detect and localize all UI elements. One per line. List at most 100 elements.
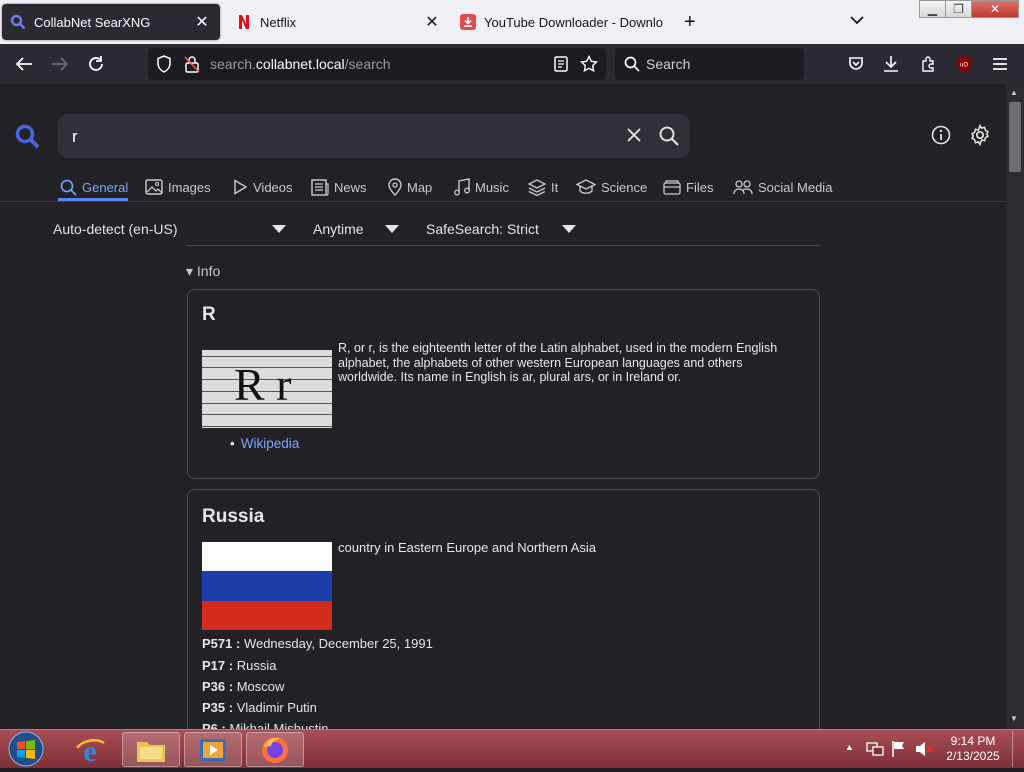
tab-images[interactable]: Images [145,176,211,198]
infobox-description: country in Eastern Europe and Northern A… [338,540,596,555]
show-desktop-button[interactable] [1012,731,1023,767]
filter-divider [186,245,820,246]
restore-button[interactable]: ❐ [945,0,972,18]
shield-icon[interactable] [156,55,172,78]
category-label: Social Media [758,179,833,195]
extensions-icon[interactable] [914,50,942,78]
start-button[interactable] [6,731,46,772]
school-icon [576,179,596,194]
tab-list-chevron-down-icon[interactable] [850,12,864,30]
tab-youtube-downloader[interactable]: YouTube Downloader - Downlo [452,4,674,40]
category-label: Science [601,179,648,195]
firefox-icon[interactable] [246,732,304,767]
downloads-icon[interactable] [877,50,905,78]
reload-button[interactable] [82,50,110,78]
scroll-down-arrow-icon[interactable]: ▼ [1010,714,1018,723]
search-icon [60,179,77,196]
time-range-dropdown-icon[interactable] [385,225,399,233]
bookmark-star-icon[interactable] [579,54,599,78]
infobox-title: Russia [202,506,265,527]
system-clock[interactable]: 9:14 PM 2/13/2025 [940,734,1006,764]
tab-social-media[interactable]: Social Media [733,176,832,198]
wikipedia-link[interactable]: • Wikipedia [230,436,299,451]
searxng-favicon-icon [10,14,26,30]
windows-taskbar: e ▲ 9:14 PM 2/13/2025 [0,729,1024,768]
query-text[interactable]: r [72,127,78,147]
tab-it[interactable]: It [528,176,558,198]
tab-music[interactable]: Music [454,176,509,198]
tab-general[interactable]: General [60,176,128,198]
language-select[interactable]: Auto-detect (en-US) [53,221,178,237]
back-button[interactable] [10,50,38,78]
network-icon[interactable] [866,741,884,762]
page-scrollbar[interactable]: ▲ ▼ [1006,84,1024,729]
info-toggle[interactable]: ▾ Info [186,263,220,280]
web-search-bar[interactable]: Search [615,48,804,80]
search-bar-placeholder: Search [646,56,691,72]
ublock-origin-icon[interactable]: uO [950,50,978,78]
tab-science[interactable]: Science [576,176,647,198]
tab-title: YouTube Downloader - Downlo [484,14,663,30]
map-pin-icon [388,178,402,196]
files-icon [663,180,681,195]
url-bar[interactable]: search.collabnet.local/search [148,48,606,80]
safesearch-dropdown-icon[interactable] [562,225,576,233]
property-row: P571 : Wednesday, December 25, 1991 [202,636,433,651]
show-hidden-icons-icon[interactable]: ▲ [845,742,854,752]
scroll-up-arrow-icon[interactable]: ▲ [1010,88,1018,97]
russia-flag-image [202,542,332,630]
language-dropdown-icon[interactable] [272,225,286,233]
tab-strip: CollabNet SearXNG ✕ Netflix ✕ YouTube Do… [0,0,1024,44]
navigation-toolbar: search.collabnet.local/search Search uO [0,44,1024,84]
forward-button[interactable] [46,50,74,78]
tab-files[interactable]: Files [663,176,713,198]
infobox-r: R R r R, or r, is the eighteenth letter … [187,289,820,479]
pocket-icon[interactable] [842,50,870,78]
netflix-favicon-icon [236,14,252,30]
tab-close-icon[interactable]: ✕ [420,10,444,34]
image-icon [145,179,163,195]
tab-searxng[interactable]: CollabNet SearXNG ✕ [2,4,220,40]
category-label: General [82,179,129,195]
infobox-description: R, or r, is the eighteenth letter of the… [338,341,778,384]
minimize-button[interactable]: ▁ [919,0,946,18]
close-window-button[interactable]: ✕ [971,0,1019,18]
category-label: Music [475,179,509,195]
media-player-icon[interactable] [184,732,242,767]
tab-map[interactable]: Map [388,176,432,198]
settings-gear-icon[interactable] [969,123,991,151]
safesearch-select[interactable]: SafeSearch: Strict [426,221,539,237]
property-row: P36 : Moscow [202,679,285,694]
url-text[interactable]: search.collabnet.local/search [210,56,391,72]
property-row: P35 : Vladimir Putin [202,700,317,715]
download-favicon-icon [460,14,476,30]
internet-explorer-icon[interactable]: e [61,732,119,767]
tab-close-icon[interactable]: ✕ [190,10,214,34]
clear-query-icon[interactable] [626,127,642,148]
category-divider [0,201,1006,202]
searxng-logo-icon[interactable] [15,124,41,155]
query-input[interactable]: r [58,114,690,158]
tab-netflix[interactable]: Netflix ✕ [228,4,450,40]
category-label: Files [686,179,714,195]
time-range-select[interactable]: Anytime [313,221,364,237]
category-label: Map [407,179,433,195]
searxng-page: r General Images Videos News Map Music I… [0,84,1006,729]
letter-r-image: R r [202,350,332,428]
infobox-title: R [202,304,216,325]
tab-news[interactable]: News [311,176,367,198]
hamburger-menu-icon[interactable] [986,50,1014,78]
action-center-flag-icon[interactable] [891,740,907,763]
category-label: It [551,179,559,195]
file-explorer-icon[interactable] [122,732,180,767]
submit-search-icon[interactable] [659,126,679,151]
tab-videos[interactable]: Videos [232,176,293,198]
layers-icon [528,178,546,196]
new-tab-button[interactable]: + [684,11,696,34]
scrollbar-thumb[interactable] [1009,102,1021,172]
lock-warning-icon[interactable] [184,55,200,78]
reader-view-icon[interactable] [554,56,568,77]
search-icon [624,56,640,77]
info-icon[interactable] [931,125,951,150]
volume-muted-icon[interactable] [914,740,934,763]
